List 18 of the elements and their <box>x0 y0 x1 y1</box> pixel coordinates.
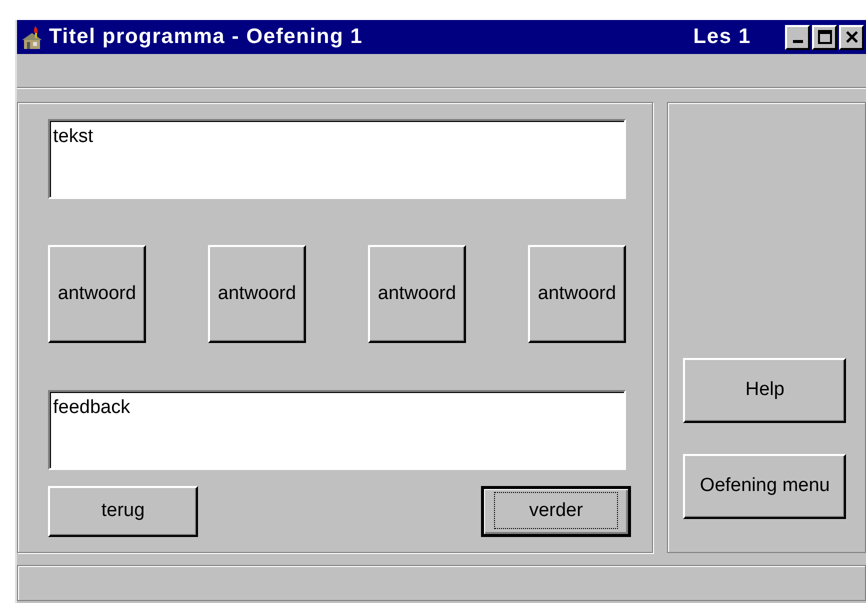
answer-button[interactable]: antwoord <box>528 245 626 343</box>
menu-button[interactable]: Help <box>683 358 846 423</box>
next-button[interactable]: verder <box>481 486 631 537</box>
feedback-text-box: feedback <box>48 390 626 470</box>
maximize-icon <box>818 30 832 44</box>
menu-button[interactable]: Oefening menu <box>683 454 846 519</box>
window-title: Titel programma - Oefening 1 <box>49 24 364 50</box>
minimize-icon <box>792 40 802 43</box>
answer-button[interactable]: antwoord <box>208 245 306 343</box>
answer-button[interactable]: antwoord <box>368 245 466 343</box>
answer-button[interactable]: antwoord <box>48 245 146 343</box>
close-button[interactable] <box>839 24 864 50</box>
question-text-box: tekst <box>48 119 626 199</box>
close-icon <box>844 30 858 44</box>
lesson-label: Les 1 <box>693 24 751 50</box>
maximize-button[interactable] <box>812 24 837 50</box>
back-button[interactable]: terug <box>48 486 198 537</box>
minimize-button[interactable] <box>785 24 810 50</box>
